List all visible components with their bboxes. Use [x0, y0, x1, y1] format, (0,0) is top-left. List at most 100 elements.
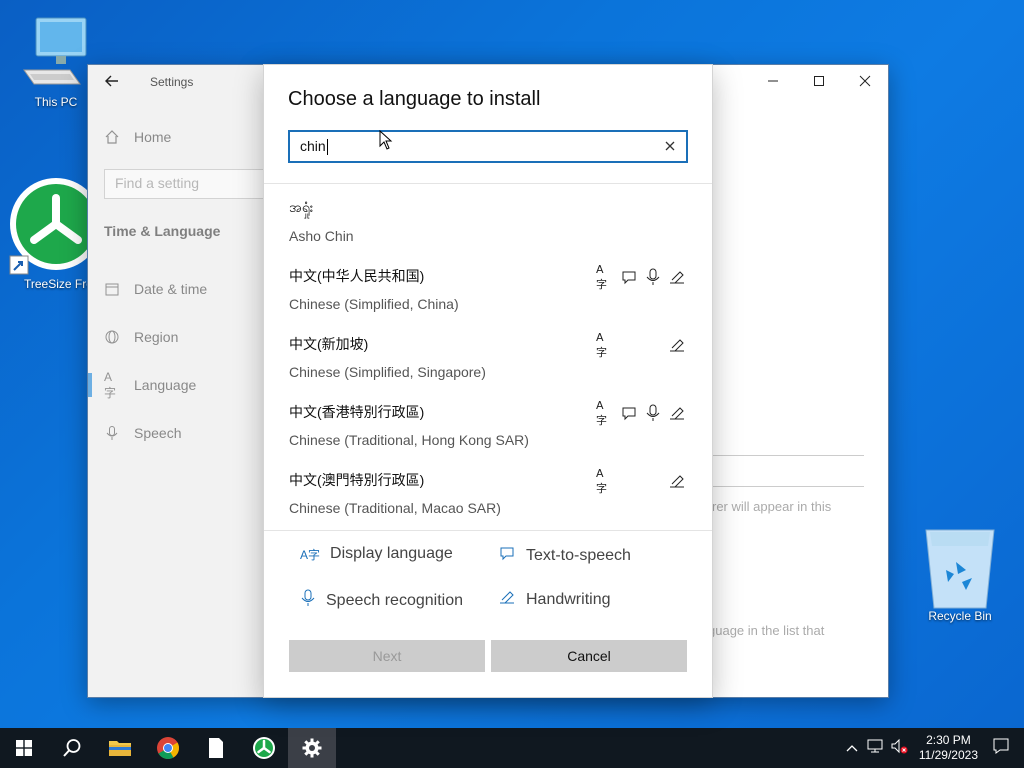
sidebar-item-label: Home — [134, 129, 172, 145]
legend-label: Display language — [330, 545, 453, 562]
sidebar-item-label: Language — [134, 377, 197, 393]
taskbar-file-explorer[interactable] — [96, 728, 144, 768]
legend-label: Handwriting — [526, 590, 611, 608]
legend-label: Speech recognition — [326, 591, 463, 609]
speech-recognition-icon — [644, 268, 662, 286]
desktop-icon-label: Recycle Bin — [928, 609, 992, 623]
language-list-item[interactable]: 中文(中华人民共和国) Chinese (Simplified, China) A字 — [264, 252, 712, 320]
language-feature-icons: A字 — [596, 398, 686, 427]
chevron-up-icon[interactable] — [841, 739, 863, 757]
language-icon: A字 — [104, 369, 117, 400]
search-value: chin — [300, 137, 326, 154]
language-native-name: 中文(新加坡) — [289, 336, 369, 352]
language-native-name: 中文(中华人民共和国) — [289, 268, 425, 284]
treesize-icon — [9, 178, 102, 275]
language-list-item[interactable]: 中文(澳門特別行政區) Chinese (Traditional, Macao S… — [264, 456, 712, 524]
section-title: Time & Language — [104, 223, 221, 239]
clock-date: 11/29/2023 — [918, 748, 978, 762]
language-native-name: 中文(香港特別行政區) — [289, 404, 425, 420]
speech-recognition-icon — [300, 589, 316, 612]
language-list-item[interactable]: 中文(香港特別行政區) Chinese (Traditional, Hong Ko… — [264, 388, 712, 456]
legend-speech-recognition: Speech recognition — [300, 589, 463, 612]
divider — [708, 486, 864, 487]
search-icon — [63, 739, 81, 757]
settings-sidebar: Settings Home Find a setting Time & Lang… — [88, 65, 274, 697]
display-language-icon: A字 — [596, 398, 607, 427]
language-feature-icons: A字 — [596, 262, 686, 291]
computer-icon — [23, 17, 87, 85]
globe-icon — [104, 329, 120, 345]
sidebar-item-speech[interactable]: Speech — [104, 425, 181, 441]
notifications-icon[interactable] — [986, 737, 1024, 760]
sidebar-item-home[interactable]: Home — [104, 129, 171, 145]
display-language-icon: A字 — [300, 547, 321, 562]
language-native-name: အရှုံး — [289, 199, 314, 215]
back-arrow-icon[interactable] — [104, 73, 120, 94]
legend-display-language: A字 Display language — [300, 545, 453, 563]
language-english-name: Asho Chin — [289, 228, 354, 244]
home-icon — [104, 129, 120, 145]
taskbar-notepad[interactable] — [192, 728, 240, 768]
recycle-bin-icon — [925, 529, 995, 609]
language-list-item[interactable]: အရှုံး Asho Chin — [264, 184, 712, 252]
taskbar-settings[interactable] — [288, 728, 336, 768]
text-to-speech-icon — [498, 545, 516, 566]
language-search-input[interactable]: chin — [288, 130, 688, 163]
background-text: rer will appear in this — [712, 499, 832, 514]
windows-logo-icon — [16, 740, 32, 756]
clock[interactable]: 2:30 PM 11/29/2023 — [911, 733, 986, 763]
language-english-name: Chinese (Simplified, Singapore) — [289, 364, 486, 380]
language-list-item[interactable]: 中文(新加坡) Chinese (Simplified, Singapore) A字 — [264, 320, 712, 388]
handwriting-icon — [668, 268, 686, 286]
next-button[interactable]: Next — [289, 640, 485, 672]
sidebar-item-label: Date & time — [134, 281, 208, 297]
language-install-dialog: Choose a language to install chin အရှုံး… — [264, 65, 712, 697]
text-caret — [326, 139, 328, 156]
language-feature-icons: A字 — [596, 330, 686, 359]
mouse-cursor-icon — [379, 130, 393, 150]
taskbar-treesize[interactable] — [240, 728, 288, 768]
divider — [708, 455, 864, 456]
start-button[interactable] — [0, 728, 48, 768]
selection-indicator — [88, 373, 92, 397]
handwriting-icon — [668, 472, 686, 490]
speech-recognition-icon — [644, 404, 662, 422]
gear-icon — [302, 738, 322, 758]
handwriting-icon — [668, 404, 686, 422]
language-english-name: Chinese (Traditional, Macao SAR) — [289, 500, 501, 516]
dialog-title: Choose a language to install — [288, 88, 541, 110]
desktop-icon-recycle-bin[interactable]: Recycle Bin — [920, 524, 1000, 623]
divider — [264, 530, 712, 531]
microphone-icon — [104, 425, 120, 441]
handwriting-icon — [498, 589, 516, 610]
display-language-icon: A字 — [596, 262, 607, 291]
taskbar-chrome[interactable] — [144, 728, 192, 768]
language-list: အရှုံး Asho Chin 中文(中华人民共和国) Chinese (Simpl… — [264, 184, 712, 530]
network-icon[interactable] — [863, 738, 887, 759]
minimize-button[interactable] — [750, 65, 796, 97]
text-to-speech-icon — [620, 404, 638, 422]
close-button[interactable] — [842, 65, 888, 97]
document-icon — [209, 738, 223, 758]
cancel-button[interactable]: Cancel — [491, 640, 687, 672]
system-tray: 2:30 PM 11/29/2023 — [841, 728, 1024, 768]
sidebar-item-label: Speech — [134, 425, 182, 441]
sidebar-item-language[interactable]: A字 Language — [104, 369, 197, 400]
desktop-icon-this-pc[interactable]: This PC — [16, 14, 96, 109]
display-language-icon: A字 — [596, 330, 607, 359]
legend-handwriting: Handwriting — [498, 589, 610, 610]
chrome-icon — [157, 737, 179, 759]
calendar-icon — [104, 281, 120, 297]
desktop-icon-treesize[interactable]: TreeSize Free — [4, 176, 102, 291]
legend-text-to-speech: Text-to-speech — [498, 545, 631, 566]
maximize-button[interactable] — [796, 65, 842, 97]
volume-muted-icon[interactable] — [887, 738, 911, 759]
sidebar-item-region[interactable]: Region — [104, 329, 178, 345]
clear-search-icon[interactable] — [664, 139, 676, 155]
text-to-speech-icon — [620, 268, 638, 286]
search-button[interactable] — [48, 728, 96, 768]
taskbar: 2:30 PM 11/29/2023 — [0, 728, 1024, 768]
sidebar-item-date-time[interactable]: Date & time — [104, 281, 207, 297]
sidebar-item-label: Region — [134, 329, 179, 345]
find-setting-input[interactable]: Find a setting — [104, 169, 274, 199]
